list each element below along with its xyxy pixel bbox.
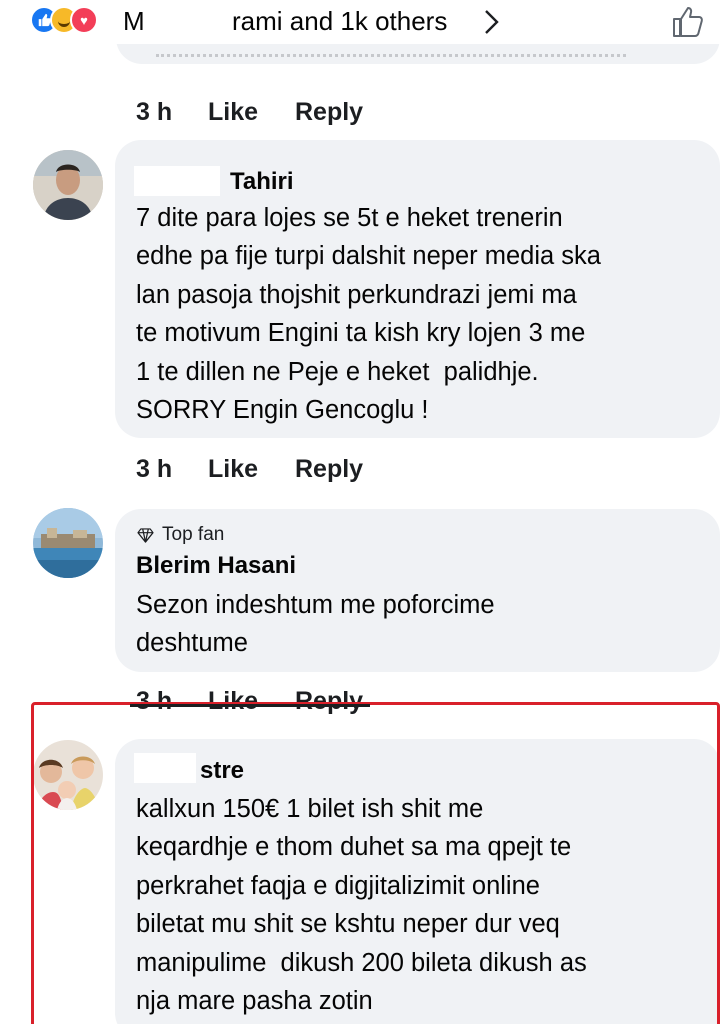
diamond-icon bbox=[137, 527, 154, 543]
comment-time: 3 h bbox=[136, 455, 173, 483]
comment-line: deshtume bbox=[136, 629, 248, 657]
comment-line: SORRY Engin Gencoglu ! bbox=[136, 396, 429, 424]
highlight-annotation-box bbox=[31, 702, 720, 1024]
avatar[interactable] bbox=[33, 150, 103, 220]
top-fan-badge: Top fan bbox=[137, 524, 224, 546]
strike-line bbox=[130, 704, 370, 707]
comment-line: edhe pa fije turpi dalshit neper media s… bbox=[136, 242, 601, 270]
clipped-text bbox=[156, 54, 626, 61]
comment-line: Sezon indeshtum me poforcime bbox=[136, 591, 495, 619]
comment-line: 7 dite para lojes se 5t e heket trenerin bbox=[136, 204, 563, 232]
reactions-bar[interactable]: ♥ M rami and 1k others bbox=[0, 0, 726, 44]
reply-button[interactable]: Reply bbox=[295, 455, 363, 484]
comment-time: 3 h bbox=[136, 98, 173, 126]
like-button[interactable]: Like bbox=[208, 455, 258, 484]
reaction-icons: ♥ bbox=[30, 6, 98, 34]
comment-line: lan pasoja thojshit perkundrazi jemi ma bbox=[136, 281, 577, 309]
comment-line: 1 te dillen ne Peje e heket palidhje. bbox=[136, 358, 539, 386]
commenter-name[interactable]: Tahiri bbox=[230, 168, 294, 196]
redacted-name bbox=[134, 166, 220, 196]
like-button[interactable]: Like bbox=[208, 98, 258, 127]
avatar[interactable] bbox=[33, 508, 103, 578]
love-reaction-icon: ♥ bbox=[70, 6, 98, 34]
chevron-right-icon[interactable] bbox=[484, 9, 500, 40]
reactor-name-initial[interactable]: M bbox=[123, 6, 145, 36]
like-outline-icon[interactable] bbox=[670, 4, 706, 45]
badge-label: Top fan bbox=[162, 524, 225, 545]
reactors-summary[interactable]: rami and 1k others bbox=[232, 6, 447, 36]
commenter-name[interactable]: Blerim Hasani bbox=[136, 552, 296, 580]
comments-screen: ♥ M rami and 1k others 3 h Like Reply Ta… bbox=[0, 0, 726, 1024]
reply-button[interactable]: Reply bbox=[295, 98, 363, 127]
comment-line: te motivum Engini ta kish kry lojen 3 me bbox=[136, 319, 586, 347]
